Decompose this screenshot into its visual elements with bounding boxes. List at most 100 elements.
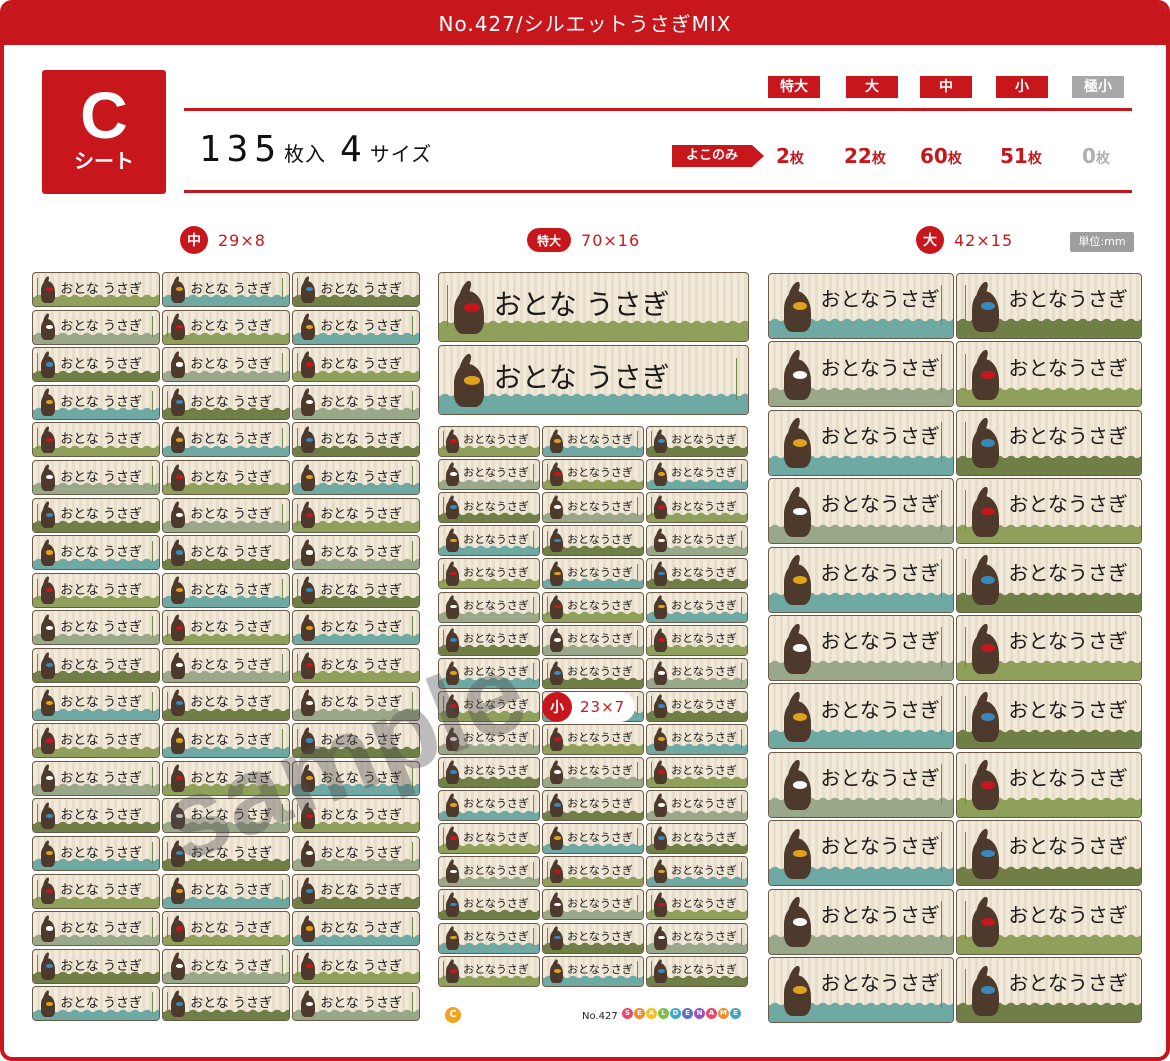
section-large-dim: 42×15 bbox=[954, 230, 1014, 250]
brand-letter: E bbox=[682, 1008, 693, 1019]
label-text: おとなうさぎ bbox=[671, 665, 737, 679]
label-text: おとな うさぎ bbox=[190, 733, 273, 749]
label-text: おとな うさぎ bbox=[190, 883, 273, 899]
label-text: おとな うさぎ bbox=[60, 432, 143, 448]
label-medium: おとな うさぎ bbox=[292, 535, 420, 571]
label-medium: おとな うさぎ bbox=[32, 986, 160, 1022]
label-text: おとな うさぎ bbox=[320, 357, 403, 373]
label-text: おとなうさぎ bbox=[463, 830, 529, 844]
sprig-icon bbox=[152, 691, 154, 713]
label-medium: おとな うさぎ bbox=[32, 309, 160, 345]
ribbon-icon bbox=[792, 917, 808, 926]
label-text: おとなうさぎ bbox=[567, 863, 633, 877]
sprig-icon bbox=[941, 764, 943, 804]
ribbon-icon bbox=[45, 888, 54, 893]
label-small: おとなうさぎ bbox=[646, 955, 748, 987]
label-large: おとなうさぎ bbox=[956, 478, 1142, 545]
sprig-icon bbox=[637, 828, 639, 847]
size-tag-xlarge: 特大 bbox=[768, 76, 820, 98]
brand-letter: L bbox=[658, 1008, 669, 1019]
label-medium: おとな うさぎ bbox=[162, 798, 290, 834]
label-small: おとなうさぎ bbox=[542, 889, 644, 921]
ribbon-icon bbox=[305, 888, 314, 893]
label-text: おとな うさぎ bbox=[320, 469, 403, 485]
label-text: おとな うさぎ bbox=[320, 319, 403, 335]
label-text: おとな うさぎ bbox=[190, 958, 273, 974]
label-medium: おとな うさぎ bbox=[292, 272, 420, 307]
sprig-icon bbox=[412, 541, 414, 563]
sprig-icon bbox=[297, 428, 299, 450]
label-text: おとな うさぎ bbox=[60, 845, 143, 861]
size-tag-medium: 中 bbox=[920, 76, 972, 98]
label-text: おとなうさぎ bbox=[671, 863, 737, 877]
label-text: おとなうさぎ bbox=[820, 697, 940, 722]
sprig-icon bbox=[442, 563, 444, 583]
sprig-icon bbox=[741, 530, 743, 550]
sheet-badge: C シート bbox=[42, 70, 166, 194]
section-large-header: 大 42×15 bbox=[916, 226, 1013, 254]
sheet-letter: C bbox=[80, 78, 128, 152]
label-small: おとなうさぎ bbox=[438, 690, 540, 722]
sprig-icon bbox=[282, 428, 284, 450]
ribbon-icon bbox=[175, 550, 184, 555]
label-small: おとなうさぎ bbox=[438, 790, 540, 822]
sprig-icon bbox=[412, 315, 414, 337]
label-small: おとなうさぎ bbox=[542, 591, 644, 623]
label-medium: おとな うさぎ bbox=[292, 911, 420, 947]
label-medium: おとな うさぎ bbox=[162, 572, 290, 608]
sprig-icon bbox=[152, 766, 154, 788]
label-large: おとなうさぎ bbox=[956, 751, 1142, 818]
size-tag-large: 大 bbox=[846, 76, 898, 98]
label-text: おとな うさぎ bbox=[60, 921, 143, 937]
label-text: おとなうさぎ bbox=[820, 492, 940, 517]
sprig-icon bbox=[650, 563, 652, 583]
sprig-icon bbox=[152, 315, 154, 337]
ribbon-icon bbox=[305, 1001, 314, 1006]
label-text: おとなうさぎ bbox=[820, 902, 940, 927]
label-text: おとな うさぎ bbox=[190, 394, 273, 410]
sprig-icon bbox=[650, 629, 652, 649]
ribbon-icon bbox=[792, 712, 808, 721]
label-medium: おとな うさぎ bbox=[32, 836, 160, 871]
label-text: おとな うさぎ bbox=[320, 394, 403, 410]
label-medium: おとな うさぎ bbox=[32, 347, 160, 383]
section-small-dim: 23×7 bbox=[580, 698, 626, 716]
label-text: おとな うさぎ bbox=[60, 770, 143, 786]
sprig-icon bbox=[282, 954, 284, 976]
label-text: おとなうさぎ bbox=[567, 598, 633, 612]
label-small: おとなうさぎ bbox=[646, 690, 748, 722]
label-small: おとなうさぎ bbox=[438, 757, 540, 788]
label-small: おとなうさぎ bbox=[646, 657, 748, 689]
label-text: おとなうさぎ bbox=[820, 834, 940, 859]
sprig-icon bbox=[297, 954, 299, 976]
label-text: おとな うさぎ bbox=[320, 695, 403, 711]
brand-logo: SEALDENAME bbox=[622, 1008, 741, 1019]
label-text: おとな うさぎ bbox=[190, 281, 273, 297]
sprig-icon bbox=[442, 828, 444, 847]
sprig-icon bbox=[533, 530, 535, 550]
label-medium: おとな うさぎ bbox=[162, 422, 290, 458]
label-text: おとなうさぎ bbox=[671, 731, 737, 745]
sprig-icon bbox=[533, 729, 535, 748]
ribbon-icon bbox=[658, 968, 665, 973]
sprig-icon bbox=[152, 541, 154, 563]
sprig-icon bbox=[741, 596, 743, 616]
sprig-icon bbox=[152, 917, 154, 939]
qty-medium-value: 60 bbox=[920, 144, 948, 168]
label-text: おとなうさぎ bbox=[1008, 355, 1128, 380]
ribbon-icon bbox=[305, 437, 314, 442]
sprig-icon bbox=[637, 696, 639, 715]
label-large: おとなうさぎ bbox=[768, 273, 954, 339]
label-text: おとなうさぎ bbox=[820, 560, 940, 585]
label-text: おとなうさぎ bbox=[463, 665, 529, 679]
label-text: おとなうさぎ bbox=[671, 598, 737, 612]
sprig-icon bbox=[412, 842, 414, 863]
sprig-icon bbox=[297, 503, 299, 525]
label-text: おとな うさぎ bbox=[320, 958, 403, 974]
label-small: おとなうさぎ bbox=[646, 426, 748, 457]
label-small: おとなうさぎ bbox=[438, 591, 540, 623]
label-text: おとな うさぎ bbox=[60, 281, 143, 297]
sprig-icon bbox=[637, 431, 639, 450]
sprig-icon bbox=[167, 992, 169, 1014]
sprig-icon bbox=[442, 431, 444, 450]
